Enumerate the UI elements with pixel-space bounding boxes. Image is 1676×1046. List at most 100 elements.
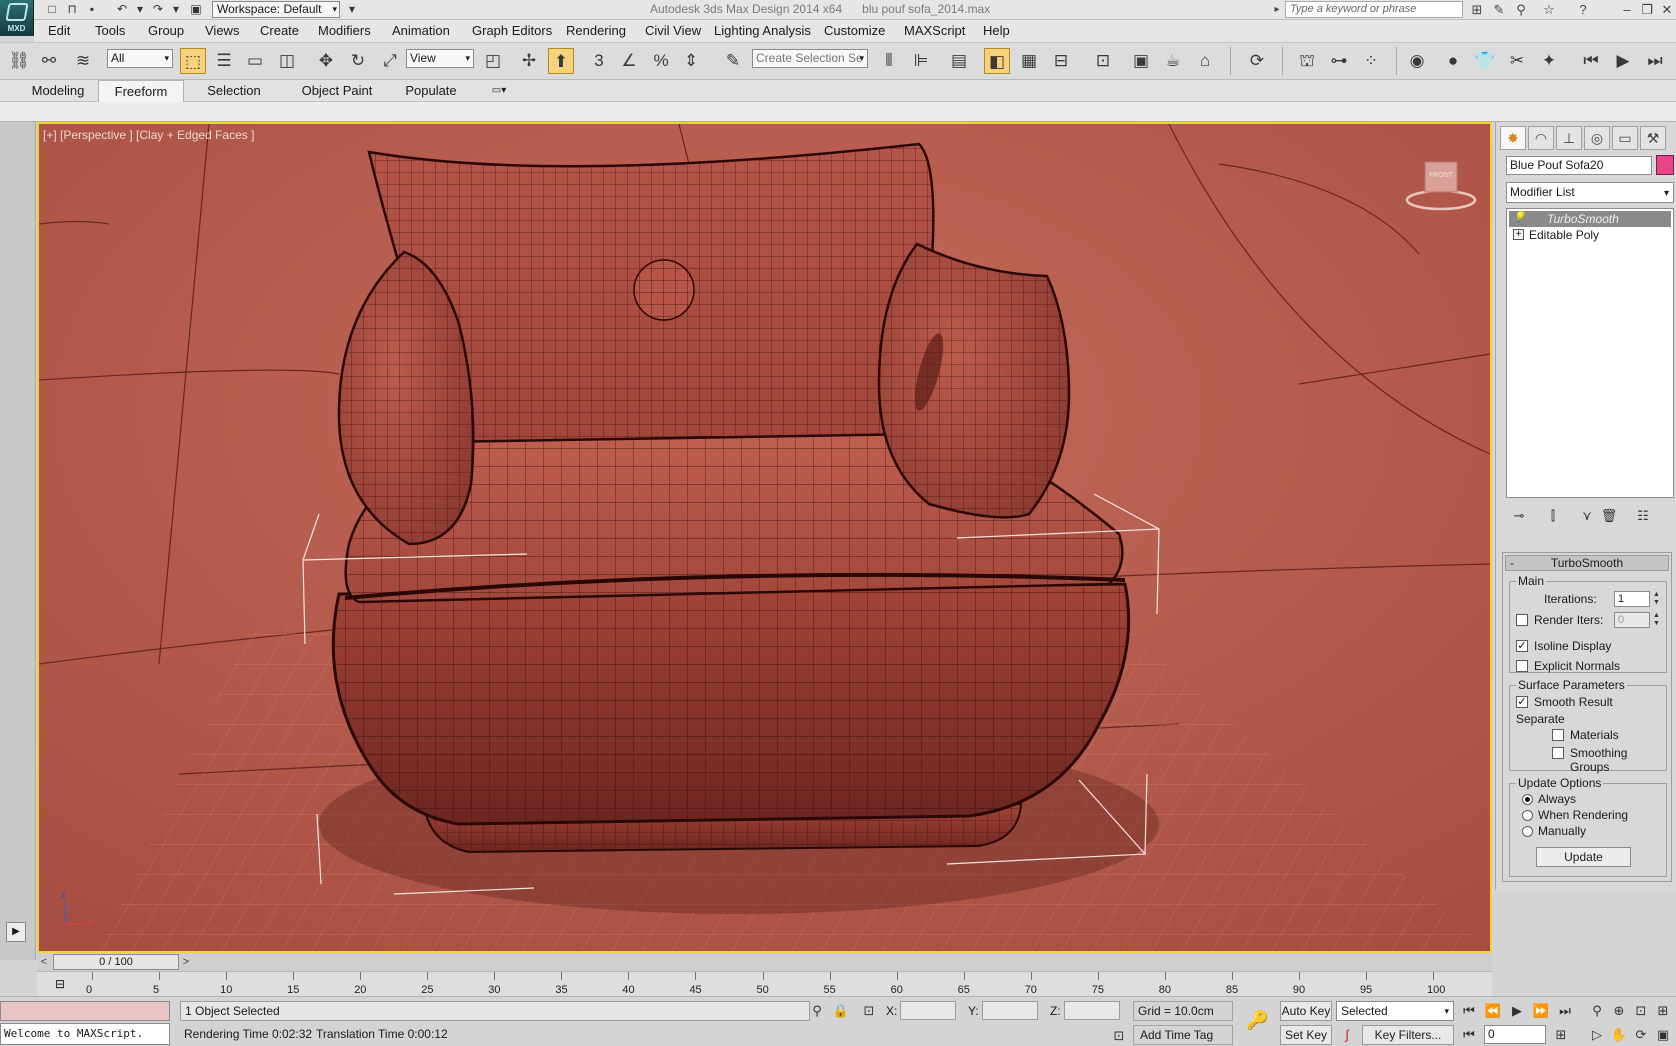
unlink-selection-icon[interactable]: ⚯ — [36, 48, 62, 74]
edit-named-selection-icon[interactable]: ✎ — [720, 48, 746, 74]
redo-dropdown-icon[interactable]: ▾ — [168, 2, 184, 16]
motion-tab-icon[interactable]: ◎ — [1584, 126, 1610, 150]
undo-icon[interactable]: ↶ — [114, 2, 130, 16]
configure-modifier-sets-icon[interactable]: ☷ — [1632, 506, 1654, 526]
angle-snap-icon[interactable]: ∠ — [616, 48, 642, 74]
restore-window-icon[interactable]: ❐ — [1638, 1, 1656, 18]
time-slider-prev-icon[interactable]: < — [37, 954, 51, 970]
media-play-icon[interactable]: ▶ — [1610, 48, 1636, 74]
undo-dropdown-icon[interactable]: ▾ — [132, 2, 148, 16]
key-mode-select[interactable]: Selected ▾ — [1336, 1001, 1454, 1021]
select-and-scale-icon[interactable]: ⤢ — [377, 48, 403, 74]
modifier-list-select[interactable]: Modifier List ▾ — [1506, 182, 1674, 203]
utilities-tab-icon[interactable]: ⚒ — [1640, 126, 1666, 150]
selection-lock-icon[interactable]: 🔒 — [832, 1002, 850, 1020]
maxscript-listener-mini[interactable] — [0, 1001, 170, 1021]
tab-modeling[interactable]: Modeling — [20, 80, 96, 102]
menu-tools[interactable]: Tools — [95, 23, 125, 38]
pan-view-icon[interactable]: ✋ — [1610, 1026, 1628, 1044]
isoline-display-checkbox[interactable]: ✓ — [1516, 640, 1528, 652]
update-when-rendering-radio[interactable] — [1522, 810, 1533, 821]
selection-filter-select[interactable]: All ▾ — [107, 49, 173, 68]
snaps-toggle-icon[interactable]: 3 — [586, 48, 612, 74]
create-tab-icon[interactable]: ✸ — [1500, 126, 1526, 150]
particle-tool-icon[interactable]: ✦ — [1536, 48, 1562, 74]
menu-customize[interactable]: Customize — [824, 23, 885, 38]
isolate-selection-icon[interactable]: ⚲ — [808, 1002, 826, 1020]
cloth-icon[interactable]: 👕 — [1472, 48, 1498, 74]
make-unique-icon[interactable]: ⋎ — [1576, 506, 1598, 526]
civil-view-icon[interactable]: ⛫ — [1294, 48, 1320, 74]
menu-animation[interactable]: Animation — [392, 23, 450, 38]
hierarchy-tab-icon[interactable]: ⊥ — [1556, 126, 1582, 150]
schematic-view-icon[interactable]: ⊡ — [1090, 48, 1116, 74]
show-end-result-icon[interactable]: ⫿ — [1542, 506, 1564, 526]
project-folder-icon[interactable]: ▣ — [188, 2, 204, 16]
auto-key-button[interactable]: Auto Key — [1280, 1001, 1332, 1021]
graphite-toolbox-icon[interactable]: ▦ — [1016, 48, 1042, 74]
material-editor-icon[interactable]: ▣ — [1128, 48, 1154, 74]
hair-tool-icon[interactable]: ✂ — [1504, 48, 1530, 74]
select-by-name-icon[interactable]: ☰ — [211, 48, 237, 74]
spinner-snap-icon[interactable]: ⇕ — [678, 48, 704, 74]
absolute-mode-icon[interactable]: ⊡ — [860, 1002, 878, 1020]
minimize-window-icon[interactable]: – — [1618, 1, 1636, 18]
curve-editor-icon[interactable]: ⊟ — [1048, 48, 1074, 74]
select-manipulate-icon[interactable]: ✢ — [516, 48, 542, 74]
select-and-move-icon[interactable]: ✥ — [313, 48, 339, 74]
measure-distance-icon[interactable]: ⊶ — [1326, 48, 1352, 74]
play-animation-icon[interactable]: ▶ — [1508, 1002, 1526, 1020]
percent-snap-icon[interactable]: % — [648, 48, 674, 74]
menu-maxscript[interactable]: MAXScript — [904, 23, 965, 38]
go-to-end-icon[interactable]: ⏭ — [1556, 1002, 1574, 1020]
app-logo[interactable]: MXD — [0, 0, 34, 36]
align-icon[interactable]: ⊫ — [908, 48, 934, 74]
pivot-center-icon[interactable]: ◰ — [480, 48, 506, 74]
zoom-extents-all-icon[interactable]: ⊞ — [1654, 1002, 1672, 1020]
spinner-arrows-icon[interactable]: ▲ ▼ — [1652, 591, 1661, 607]
help-icon[interactable]: ? — [1574, 1, 1592, 18]
scene-explorer-icon[interactable]: ▤ — [946, 48, 972, 74]
default-tangent-icon[interactable]: ∫ — [1338, 1026, 1356, 1044]
menu-edit[interactable]: Edit — [48, 23, 70, 38]
orbit-icon[interactable]: ⟳ — [1632, 1026, 1650, 1044]
key-filters-button[interactable]: Key Filters... — [1362, 1025, 1454, 1045]
named-selection-set-select[interactable]: Create Selection Se ▾ — [752, 49, 868, 68]
array-icon[interactable]: ⁘ — [1358, 48, 1384, 74]
select-object-icon[interactable]: ⬚ — [180, 48, 206, 74]
pin-stack-icon[interactable]: ⊸ — [1508, 506, 1530, 526]
time-slider-next-icon[interactable]: > — [179, 954, 193, 970]
field-of-view-icon[interactable]: ▷ — [1588, 1026, 1606, 1044]
update-always-radio[interactable] — [1522, 794, 1533, 805]
save-file-icon[interactable]: ▪ — [84, 2, 100, 16]
render-iters-checkbox[interactable] — [1516, 614, 1528, 626]
menu-create[interactable]: Create — [260, 23, 299, 38]
stack-item-editable-poly[interactable]: + Editable Poly — [1509, 227, 1671, 243]
menu-modifiers[interactable]: Modifiers — [318, 23, 371, 38]
tab-populate[interactable]: Populate — [396, 80, 466, 102]
render-setup-icon[interactable]: ☕ — [1160, 48, 1186, 74]
menu-lighting-analysis[interactable]: Lighting Analysis — [714, 23, 811, 38]
menu-civil-view[interactable]: Civil View — [645, 23, 701, 38]
menu-graph-editors[interactable]: Graph Editors — [472, 23, 552, 38]
smooth-result-checkbox[interactable]: ✓ — [1516, 696, 1528, 708]
display-tab-icon[interactable]: ▭ — [1612, 126, 1638, 150]
menu-rendering[interactable]: Rendering — [566, 23, 626, 38]
select-and-rotate-icon[interactable]: ↻ — [345, 48, 371, 74]
remove-modifier-icon[interactable]: 🗑 — [1598, 506, 1620, 526]
time-slider[interactable]: < 0 / 100 > — [37, 953, 1492, 971]
select-and-link-icon[interactable]: ⛓ — [6, 48, 32, 74]
key-icon[interactable]: 🔑 — [1246, 1011, 1268, 1029]
mirror-icon[interactable]: ⫴ — [876, 48, 902, 74]
project-folder-icon[interactable]: ◉ — [1404, 48, 1430, 74]
render-production-icon[interactable]: ⟳ — [1244, 48, 1270, 74]
media-forward-icon[interactable]: ⏭ — [1642, 48, 1668, 74]
spinner-arrows-icon[interactable]: ▲ ▼ — [1652, 612, 1661, 628]
go-to-start-icon[interactable]: ⏮ — [1460, 1002, 1478, 1020]
stack-item-turbosmooth[interactable]: 💡 TurboSmooth — [1509, 211, 1671, 227]
perspective-viewport[interactable]: [+] [Perspective ] [Clay + Edged Faces ]… — [37, 122, 1492, 953]
update-manually-radio[interactable] — [1522, 826, 1533, 837]
bind-to-space-warp-icon[interactable]: ≋ — [70, 48, 96, 74]
zoom-extents-icon[interactable]: ⊡ — [1632, 1002, 1650, 1020]
zoom-all-icon[interactable]: ⊕ — [1610, 1002, 1628, 1020]
